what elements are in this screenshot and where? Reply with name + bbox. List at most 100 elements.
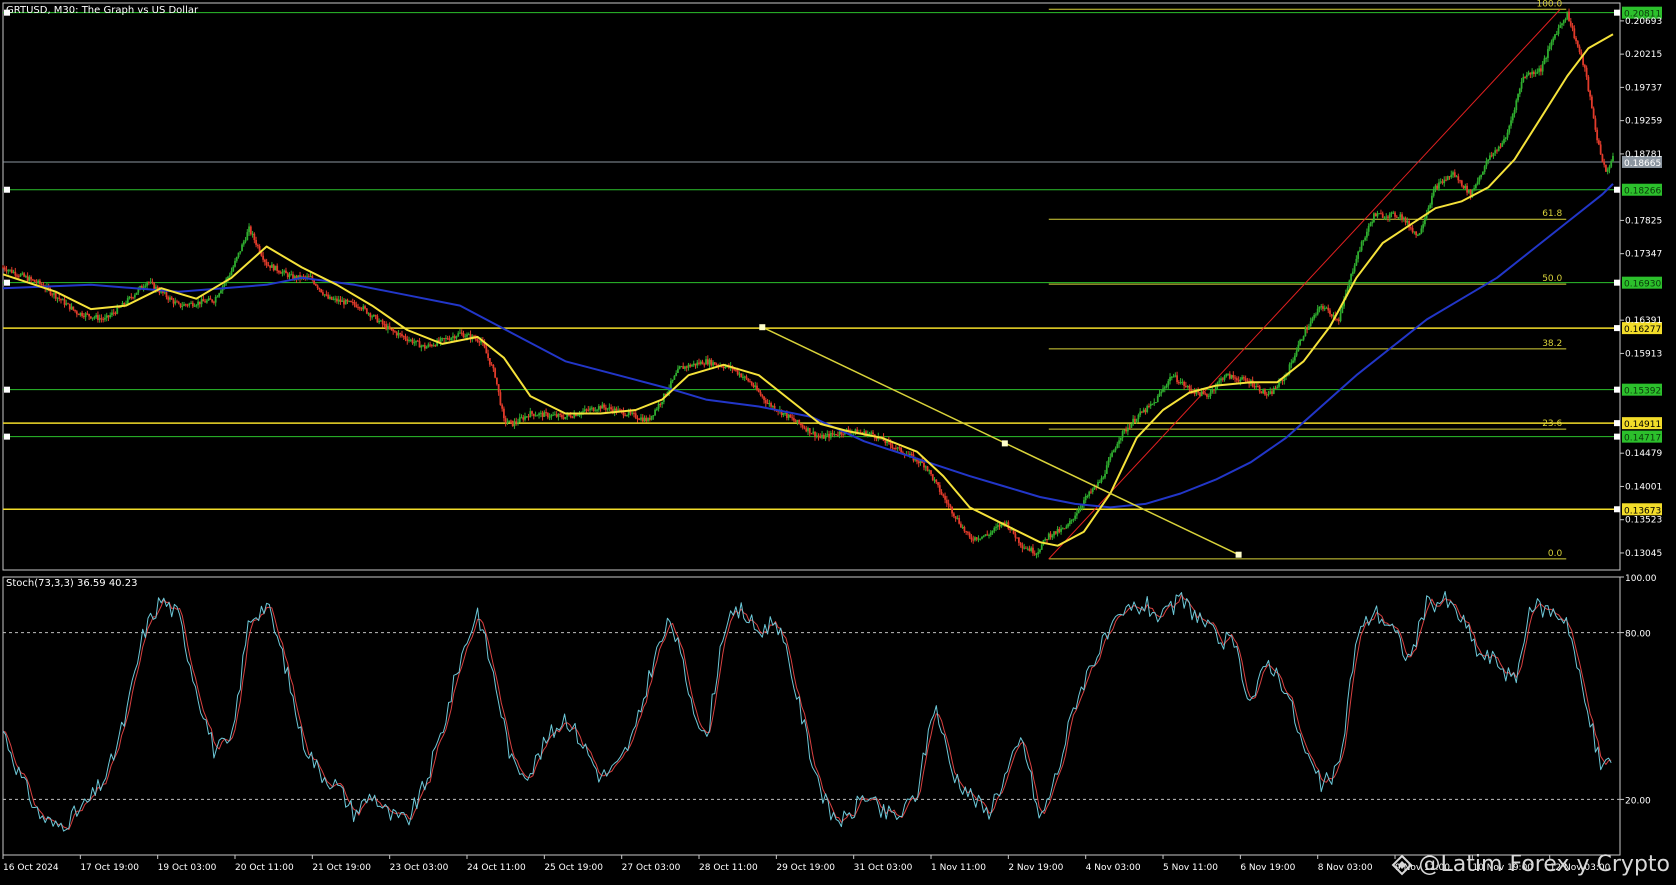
- watermark-text: @Latim Forex y Crypto: [1418, 852, 1670, 877]
- level-handle: [4, 186, 10, 193]
- candle-body: [687, 364, 690, 368]
- level-handle: [1614, 433, 1620, 440]
- candle-body: [1534, 72, 1537, 74]
- candle-body: [909, 453, 911, 456]
- candle-body: [1232, 375, 1235, 378]
- candle-body: [1318, 306, 1321, 309]
- candle-body: [374, 314, 377, 316]
- candle-body: [536, 415, 539, 417]
- candle-body: [54, 293, 57, 299]
- candle-body: [1364, 237, 1367, 241]
- candle-body: [995, 526, 997, 528]
- level-handle: [4, 433, 10, 440]
- candle-body: [1485, 161, 1488, 167]
- candle-body: [689, 364, 692, 367]
- candle-body: [583, 409, 586, 412]
- candle-body: [1260, 391, 1263, 394]
- candle-body: [1014, 533, 1017, 538]
- candle-body: [1436, 185, 1439, 189]
- candle-body: [1531, 71, 1534, 75]
- candle-body: [332, 299, 335, 301]
- candle-body: [1566, 11, 1569, 19]
- candle-body: [89, 316, 92, 319]
- candle-body: [1134, 418, 1136, 422]
- candle-body: [453, 336, 456, 339]
- candle-body: [958, 518, 961, 524]
- candle-body: [68, 303, 71, 310]
- candle-body: [151, 281, 154, 283]
- candle-body: [1063, 528, 1066, 530]
- candle-body: [923, 462, 925, 468]
- candle-body: [1323, 308, 1326, 310]
- candle-body: [870, 432, 873, 434]
- candle-body: [504, 418, 507, 423]
- candle-body: [165, 292, 168, 298]
- candle-body: [63, 299, 66, 305]
- candle-body: [1188, 386, 1191, 389]
- candle-body: [1075, 513, 1078, 516]
- candle-body: [1269, 391, 1272, 394]
- candle-body: [1179, 382, 1182, 384]
- candle-body: [684, 366, 686, 369]
- candle-body: [1409, 227, 1412, 229]
- candle-body: [1592, 108, 1595, 119]
- candle-body: [26, 276, 29, 281]
- candle-body: [506, 422, 509, 424]
- candle-body: [1160, 391, 1163, 394]
- candle-body: [1439, 181, 1442, 183]
- chart-canvas[interactable]: 0.208110.182660.169300.162770.153920.149…: [0, 0, 1676, 881]
- candle-body: [1144, 409, 1147, 413]
- candle-body: [524, 416, 526, 420]
- candle-body: [1601, 154, 1604, 162]
- candle-body: [699, 361, 702, 364]
- candle-body: [441, 338, 444, 340]
- candle-body: [701, 361, 704, 365]
- candle-body: [986, 534, 989, 536]
- candle-body: [246, 232, 249, 241]
- candle-body: [722, 367, 725, 369]
- candle-body: [98, 318, 101, 320]
- candle-body: [548, 416, 551, 418]
- candle-body: [576, 415, 579, 417]
- trendline-handle: [759, 324, 766, 331]
- candle-body: [643, 417, 646, 422]
- bid-price-label: 0.18665: [1624, 159, 1661, 169]
- candle-body: [411, 339, 414, 344]
- chart-window[interactable]: 0.20811 0.18266 0.16930 0.16277 0.15392 0.149…: [0, 0, 1676, 881]
- candle-body: [1206, 394, 1208, 397]
- candle-body: [1209, 392, 1212, 397]
- candle-body: [538, 413, 540, 416]
- candle-body: [650, 415, 653, 420]
- candle-body: [698, 362, 700, 364]
- candle-body: [497, 384, 500, 393]
- candle-body: [952, 513, 955, 517]
- candle-body: [1474, 184, 1477, 189]
- candle-body: [336, 298, 338, 302]
- stoch-title: Stoch(73,3,3) 36.59 40.23: [6, 578, 137, 589]
- candle-body: [100, 318, 103, 320]
- candle-body: [1026, 548, 1029, 550]
- candle-body: [348, 300, 351, 302]
- candle-body: [1265, 394, 1268, 396]
- candle-body: [86, 313, 89, 315]
- candle-body: [1515, 100, 1518, 110]
- candle-body: [1603, 161, 1606, 165]
- candle-body: [1098, 482, 1101, 484]
- candle-body: [1135, 419, 1138, 422]
- candle-body: [1017, 537, 1020, 543]
- candle-body: [510, 420, 512, 422]
- candle-body: [1274, 388, 1277, 390]
- candle-body: [634, 413, 637, 419]
- candle-body: [1547, 49, 1549, 58]
- candle-body: [661, 401, 664, 405]
- candle-body: [1086, 496, 1089, 498]
- candle-body: [1480, 174, 1483, 178]
- candle-body: [1395, 216, 1398, 218]
- candle-body: [1058, 528, 1061, 532]
- candle-body: [9, 269, 11, 271]
- candle-body: [269, 265, 272, 268]
- candle-body: [409, 339, 412, 341]
- level-handle: [1614, 420, 1620, 427]
- candle-body: [344, 299, 347, 305]
- candle-body: [926, 466, 929, 471]
